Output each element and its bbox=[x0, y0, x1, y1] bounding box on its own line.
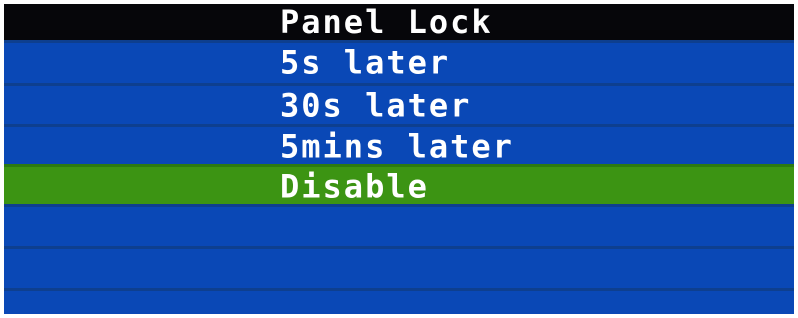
menu-item-label: 5s later bbox=[280, 43, 451, 82]
menu-item-label: 30s later bbox=[280, 86, 472, 125]
menu-item-5s-later[interactable]: 5s later bbox=[4, 40, 794, 83]
menu-title: Panel Lock bbox=[280, 4, 493, 41]
menu-empty-row bbox=[4, 204, 794, 247]
menu-item-label: Disable bbox=[280, 167, 429, 206]
menu-item-5mins-later[interactable]: 5mins later bbox=[4, 124, 794, 167]
menu-item-30s-later[interactable]: 30s later bbox=[4, 83, 794, 126]
menu-empty-row bbox=[4, 246, 794, 289]
menu-item-label: 5mins later bbox=[280, 127, 514, 166]
menu-title-bar: Panel Lock bbox=[4, 4, 794, 40]
menu-item-disable[interactable]: Disable bbox=[4, 164, 794, 207]
osd-menu-screen: Panel Lock 5s later 30s later 5mins late… bbox=[4, 4, 794, 314]
menu-empty-row bbox=[4, 288, 794, 314]
